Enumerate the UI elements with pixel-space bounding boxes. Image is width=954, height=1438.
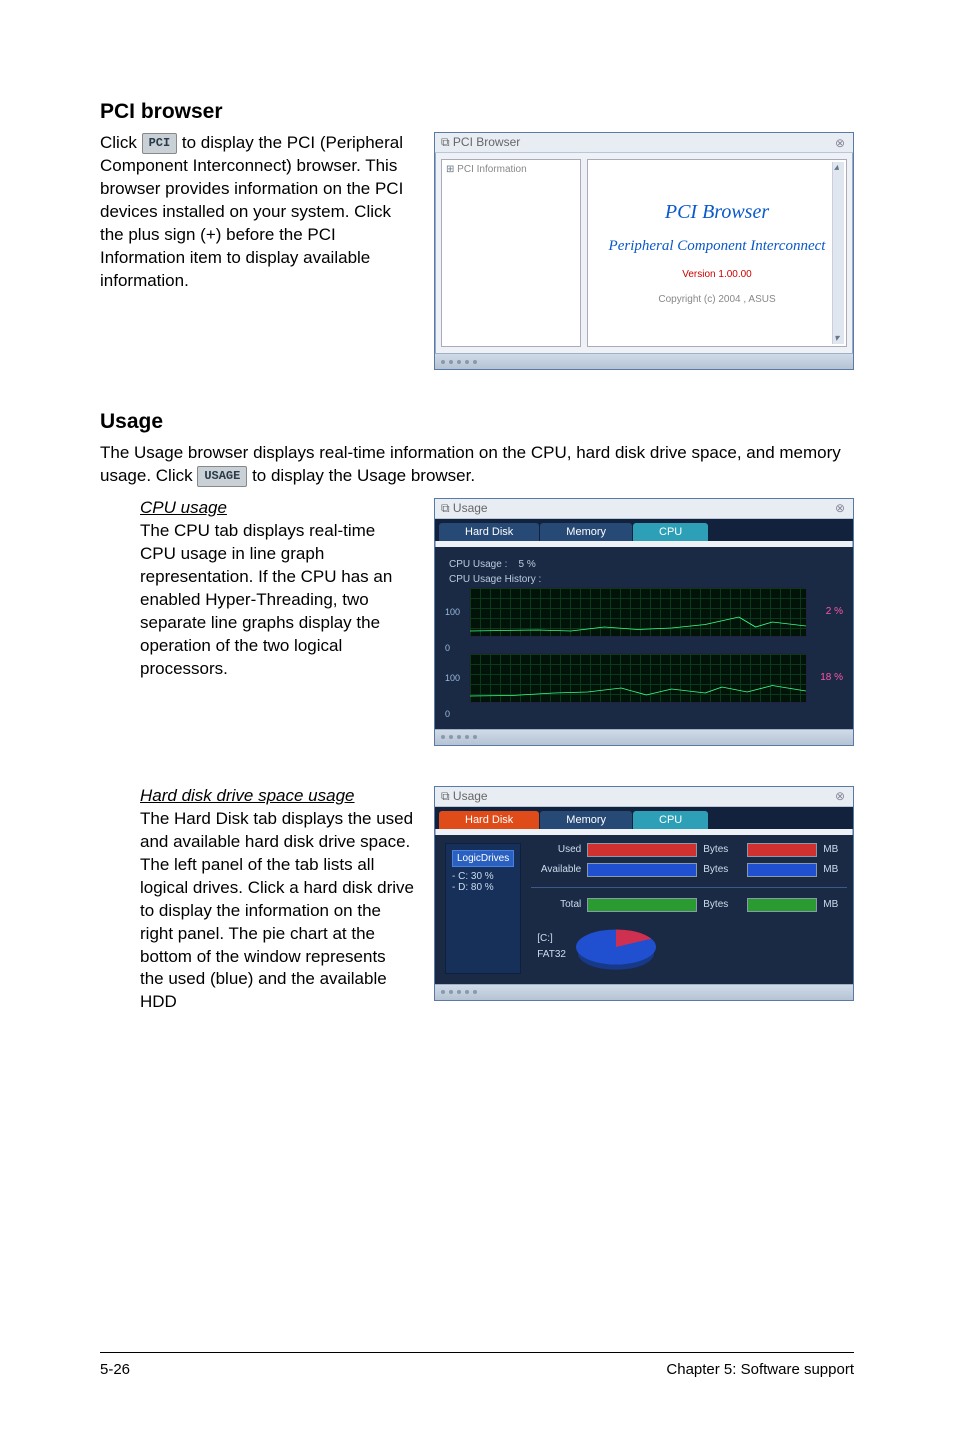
usage-intro-paragraph: The Usage browser displays real-time inf… [100,442,854,488]
tab-harddisk[interactable]: Hard Disk [439,523,539,541]
pci-brand-line2: Peripheral Component Interconnect [609,238,826,255]
graph2-ytick-top: 100 [445,673,463,683]
page-number: 5-26 [100,1361,130,1378]
cpu-graph-1-pct: 2 % [813,606,843,617]
scrollbar[interactable] [832,162,844,344]
pie-drive-label: [C:] [537,931,566,947]
graph2-ytick-bot: 0 [445,709,463,719]
hd-total-label: Total [531,899,581,910]
pci-section-title: PCI browser [100,100,854,124]
window-footer [435,353,853,369]
hd-row-total: Total Bytes MB [531,898,847,912]
pci-browser-window: ⧉ PCI Browser ⊗ PCI Information PCI Brow… [434,132,854,370]
pci-para-pre: Click [100,133,142,152]
cpu-line-2 [470,685,806,696]
usage-hd-window: ⧉ Usage ⊗ Hard Disk Memory CPU LogicDriv… [434,786,854,1001]
cpu-graph-1 [469,587,807,637]
hd-total-bytes-unit: Bytes [703,899,741,910]
hd-usage-heading: Hard disk drive space usage [140,786,414,806]
pci-copyright-text: Copyright (c) 2004 , ASUS [658,294,775,305]
cpu-graph-2 [469,653,807,703]
hd-row-available: Available Bytes MB [531,863,847,877]
usage-inline-button[interactable]: USAGE [197,466,247,486]
hd-avail-mb-unit: MB [823,864,847,875]
divider [531,887,847,888]
close-icon[interactable]: ⊗ [833,789,847,803]
pci-window-titlebar: ⧉ PCI Browser ⊗ [435,133,853,153]
page-footer: 5-26 Chapter 5: Software support [100,1352,854,1378]
pci-inline-button[interactable]: PCI [142,133,178,153]
cpu-usage-label: CPU Usage : [449,559,507,570]
pci-window-title-text: PCI Browser [453,135,520,149]
hd-used-bar [587,843,697,857]
cpu-line-1 [470,617,806,631]
pci-info-panel: PCI Browser Peripheral Component Interco… [587,159,847,347]
hd-pie-chart [576,929,656,964]
hd-avail-bar [587,863,697,877]
usage-section-title: Usage [100,410,854,434]
app-icon: ⧉ [441,501,453,515]
app-icon: ⧉ [441,789,453,803]
hd-usage-paragraph: The Hard Disk tab displays the used and … [140,808,414,1014]
hd-avail-bytes-unit: Bytes [703,864,741,875]
hd-avail-bar2 [747,863,817,877]
pci-paragraph: Click PCI to display the PCI (Peripheral… [100,132,414,293]
hd-used-bar2 [747,843,817,857]
tab-harddisk[interactable]: Hard Disk [439,811,539,829]
hd-used-label: Used [531,844,581,855]
pci-brand-line1: PCI Browser [665,201,769,224]
hd-used-mb-unit: MB [823,844,847,855]
close-icon[interactable]: ⊗ [833,136,847,150]
hd-drive-item-d[interactable]: - D: 80 % [452,882,514,893]
hd-drive-list: LogicDrives - C: 30 % - D: 80 % [445,843,521,974]
usage-p1-post: to display the Usage browser. [252,466,475,485]
app-icon: ⧉ [441,135,453,149]
pie-fs-label: FAT32 [537,947,566,963]
hd-info-panel: Used Bytes MB Available Bytes [531,843,847,974]
cpu-history-label: CPU Usage History : [449,574,843,585]
usage-hd-title-text: Usage [453,789,488,803]
usage-tabs: Hard Disk Memory CPU [435,519,853,541]
cpu-usage-value: 5 % [518,559,535,570]
cpu-usage-heading: CPU usage [140,498,414,518]
pci-tree-panel[interactable]: PCI Information [441,159,581,347]
usage-cpu-titlebar: ⧉ Usage ⊗ [435,499,853,519]
window-footer [435,984,853,1000]
usage-cpu-title-text: Usage [453,501,488,515]
pci-tree-root-node[interactable]: PCI Information [446,164,576,175]
hd-row-used: Used Bytes MB [531,843,847,857]
graph1-ytick-bot: 0 [445,643,463,653]
tab-cpu[interactable]: CPU [633,811,708,829]
usage-cpu-window: ⧉ Usage ⊗ Hard Disk Memory CPU CPU Usage… [434,498,854,746]
hd-avail-label: Available [531,864,581,875]
hd-total-bar [587,898,697,912]
hd-drive-list-header: LogicDrives [452,850,514,867]
chapter-label: Chapter 5: Software support [666,1361,854,1378]
close-icon[interactable]: ⊗ [833,501,847,515]
hd-drive-item-c[interactable]: - C: 30 % [452,871,514,882]
pci-version-text: Version 1.00.00 [682,269,752,280]
cpu-graph-2-pct: 18 % [813,672,843,683]
usage-hd-titlebar: ⧉ Usage ⊗ [435,787,853,807]
graph1-ytick-top: 100 [445,607,463,617]
tab-memory[interactable]: Memory [540,523,632,541]
hd-tabs: Hard Disk Memory CPU [435,807,853,829]
pci-para-post: to display the PCI (Peripheral Component… [100,133,403,290]
hd-total-bar2 [747,898,817,912]
tab-cpu[interactable]: CPU [633,523,708,541]
tab-memory[interactable]: Memory [540,811,632,829]
hd-used-bytes-unit: Bytes [703,844,741,855]
cpu-usage-paragraph: The CPU tab displays real-time CPU usage… [140,520,414,681]
window-footer [435,729,853,745]
hd-total-mb-unit: MB [823,899,847,910]
